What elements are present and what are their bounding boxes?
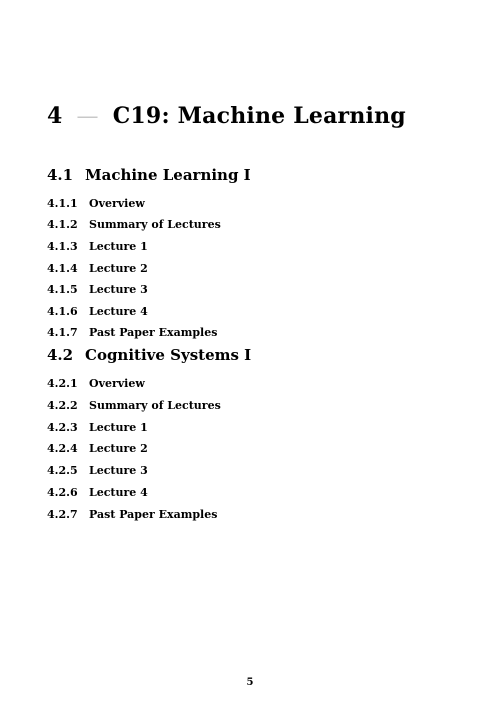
subsection-number: 4.2.1 (47, 377, 78, 390)
subsection-title: Summary of Lectures (89, 218, 221, 231)
section-title: Cognitive Systems I (85, 346, 252, 364)
page-number: 5 (246, 677, 254, 688)
subsection-title: Lecture 1 (89, 421, 148, 434)
subsection-number: 4.1.5 (47, 283, 78, 296)
chapter-title: C19: Machine Learning (112, 103, 406, 129)
document-page: 4 — C19: Machine Learning 4.1 Machine Learn… (0, 0, 500, 708)
subsection-number: 4.2.7 (47, 508, 78, 521)
subsection-heading: 4.1.2 Summary of Lectures (47, 218, 221, 231)
subsection-heading: 4.1.3 Lecture 1 (47, 240, 148, 253)
chapter-heading: 4 — C19: Machine Learning (47, 103, 406, 129)
subsection-number: 4.1.2 (47, 218, 78, 231)
subsection-title: Past Paper Examples (89, 508, 218, 521)
subsection-title: Overview (89, 197, 145, 210)
chapter-number: 4 (47, 103, 63, 129)
section-number: 4.2 (47, 346, 74, 364)
section-title: Machine Learning I (85, 166, 251, 184)
chapter-separator: — (76, 104, 99, 129)
subsection-title: Lecture 1 (89, 240, 148, 253)
subsection-number: 4.1.1 (47, 197, 78, 210)
subsection-heading: 4.2.1 Overview (47, 377, 145, 390)
section-heading: 4.1 Machine Learning I (47, 166, 251, 184)
subsection-number: 4.1.3 (47, 240, 78, 253)
subsection-title: Lecture 2 (89, 262, 148, 275)
subsection-number: 4.2.2 (47, 399, 78, 412)
subsection-heading: 4.1.4 Lecture 2 (47, 262, 148, 275)
subsection-title: Lecture 3 (89, 283, 148, 296)
subsection-title: Summary of Lectures (89, 399, 221, 412)
subsection-heading: 4.2.3 Lecture 1 (47, 421, 148, 434)
subsection-heading: 4.1.5 Lecture 3 (47, 283, 148, 296)
subsection-number: 4.1.4 (47, 262, 78, 275)
subsection-title: Lecture 4 (89, 305, 148, 318)
subsection-heading: 4.2.7 Past Paper Examples (47, 508, 217, 521)
subsection-heading: 4.2.6 Lecture 4 (47, 486, 148, 499)
subsection-number: 4.2.6 (47, 486, 78, 499)
subsection-heading: 4.1.6 Lecture 4 (47, 305, 148, 318)
subsection-number: 4.1.7 (47, 326, 78, 339)
subsection-title: Lecture 2 (89, 442, 148, 455)
subsection-title: Lecture 4 (89, 486, 148, 499)
subsection-heading: 4.1.7 Past Paper Examples (47, 326, 217, 339)
subsection-heading: 4.1.1 Overview (47, 197, 145, 210)
subsection-number: 4.1.6 (47, 305, 78, 318)
subsection-heading: 4.2.5 Lecture 3 (47, 464, 148, 477)
subsection-title: Lecture 3 (89, 464, 148, 477)
section-heading: 4.2 Cognitive Systems I (47, 346, 251, 364)
subsection-number: 4.2.5 (47, 464, 78, 477)
subsection-heading: 4.2.2 Summary of Lectures (47, 399, 221, 412)
section-number: 4.1 (47, 166, 74, 184)
subsection-number: 4.2.4 (47, 442, 78, 455)
subsection-title: Past Paper Examples (89, 326, 218, 339)
subsection-number: 4.2.3 (47, 421, 78, 434)
subsection-title: Overview (89, 377, 145, 390)
subsection-heading: 4.2.4 Lecture 2 (47, 442, 148, 455)
